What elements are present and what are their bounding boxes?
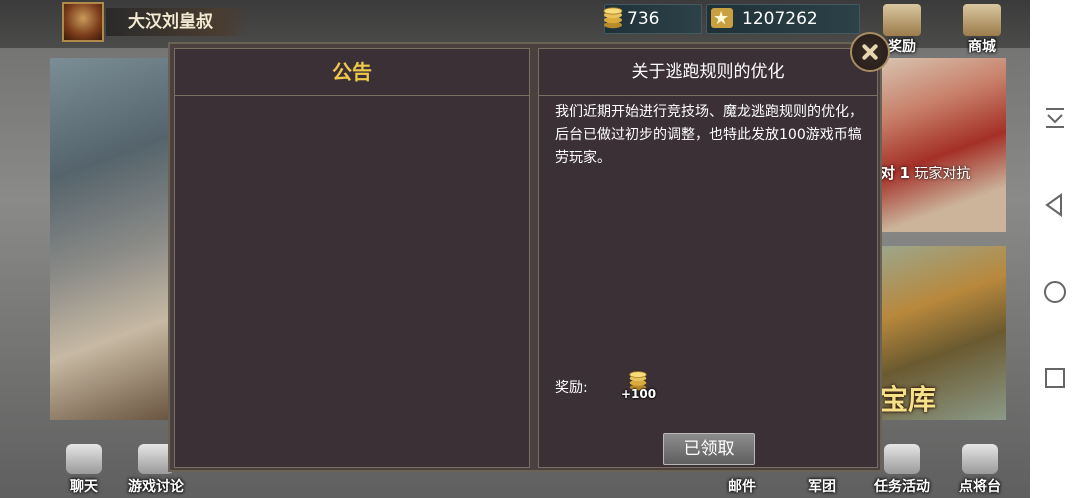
pvp-number: 1	[899, 164, 910, 182]
reward-label: 奖励:	[555, 380, 588, 396]
close-icon[interactable]	[850, 32, 890, 72]
reward-amount: +100	[621, 387, 657, 401]
star-icon	[711, 5, 733, 33]
chat-button[interactable]: 聊天	[60, 444, 108, 496]
quill-icon	[962, 444, 998, 474]
pvp-banner-label: 对 1 玩家对抗	[880, 162, 970, 183]
player-name: 大汉刘皇叔	[106, 8, 248, 36]
gift-icon	[883, 4, 921, 36]
game-screen: 大汉刘皇叔 736 1207262 奖励 商城 对 1 玩家对抗 宝库 聊天 游…	[0, 0, 1030, 498]
legion-button[interactable]: 军团	[798, 476, 846, 496]
gold-amount: 736	[627, 9, 660, 29]
scroll-icon	[884, 444, 920, 474]
announcement-body: 我们近期开始进行竞技场、魔龙逃跑规则的优化，后台已做过初步的调整，也特此发放10…	[555, 104, 863, 166]
pvp-text: 玩家对抗	[914, 166, 971, 182]
forum-label: 游戏讨论	[128, 479, 184, 495]
back-icon[interactable]	[1042, 192, 1068, 218]
gold-coin-icon	[603, 7, 623, 29]
recents-icon[interactable]	[1042, 365, 1068, 391]
android-nav-bar	[1030, 0, 1080, 498]
announcement-detail-panel: 关于逃跑规则的优化 我们近期开始进行竞技场、魔龙逃跑规则的优化，后台已做过初步的…	[538, 48, 878, 468]
shop-button[interactable]: 商城	[954, 4, 1010, 56]
pagoda-icon	[963, 4, 1001, 36]
general-stage-button[interactable]: 点将台	[950, 444, 1010, 496]
announcement-dialog: 公告 关于逃跑规则的优化 我们近期开始进行竞技场、魔龙逃跑规则的优化，后台已做过…	[168, 42, 882, 472]
star-currency: 1207262	[706, 4, 860, 34]
tasks-label: 任务活动	[874, 479, 930, 495]
shop-label: 商城	[968, 39, 996, 55]
announcement-list-title: 公告	[175, 49, 529, 96]
chat-label: 聊天	[70, 479, 98, 495]
chat-bubble-icon	[66, 444, 102, 474]
announcement-title: 关于逃跑规则的优化	[539, 49, 877, 96]
mail-button[interactable]: 邮件	[718, 476, 766, 496]
announcement-list-panel: 公告	[174, 48, 530, 468]
star-amount: 1207262	[742, 9, 818, 29]
hero-banner-art[interactable]	[50, 58, 168, 420]
pvp-prefix: 对	[880, 164, 896, 182]
gold-currency: 736	[603, 4, 702, 34]
player-avatar[interactable]	[62, 2, 104, 42]
general-stage-label: 点将台	[959, 479, 1001, 495]
reward-item: +100	[617, 369, 661, 405]
pvp-banner[interactable]	[870, 58, 1006, 232]
claimed-button[interactable]: 已领取	[663, 433, 755, 465]
mail-label: 邮件	[728, 479, 756, 495]
treasure-banner-label: 宝库	[880, 383, 937, 416]
legion-label: 军团	[808, 479, 836, 495]
notification-pull-icon[interactable]	[1042, 104, 1068, 130]
home-icon[interactable]	[1042, 279, 1068, 305]
